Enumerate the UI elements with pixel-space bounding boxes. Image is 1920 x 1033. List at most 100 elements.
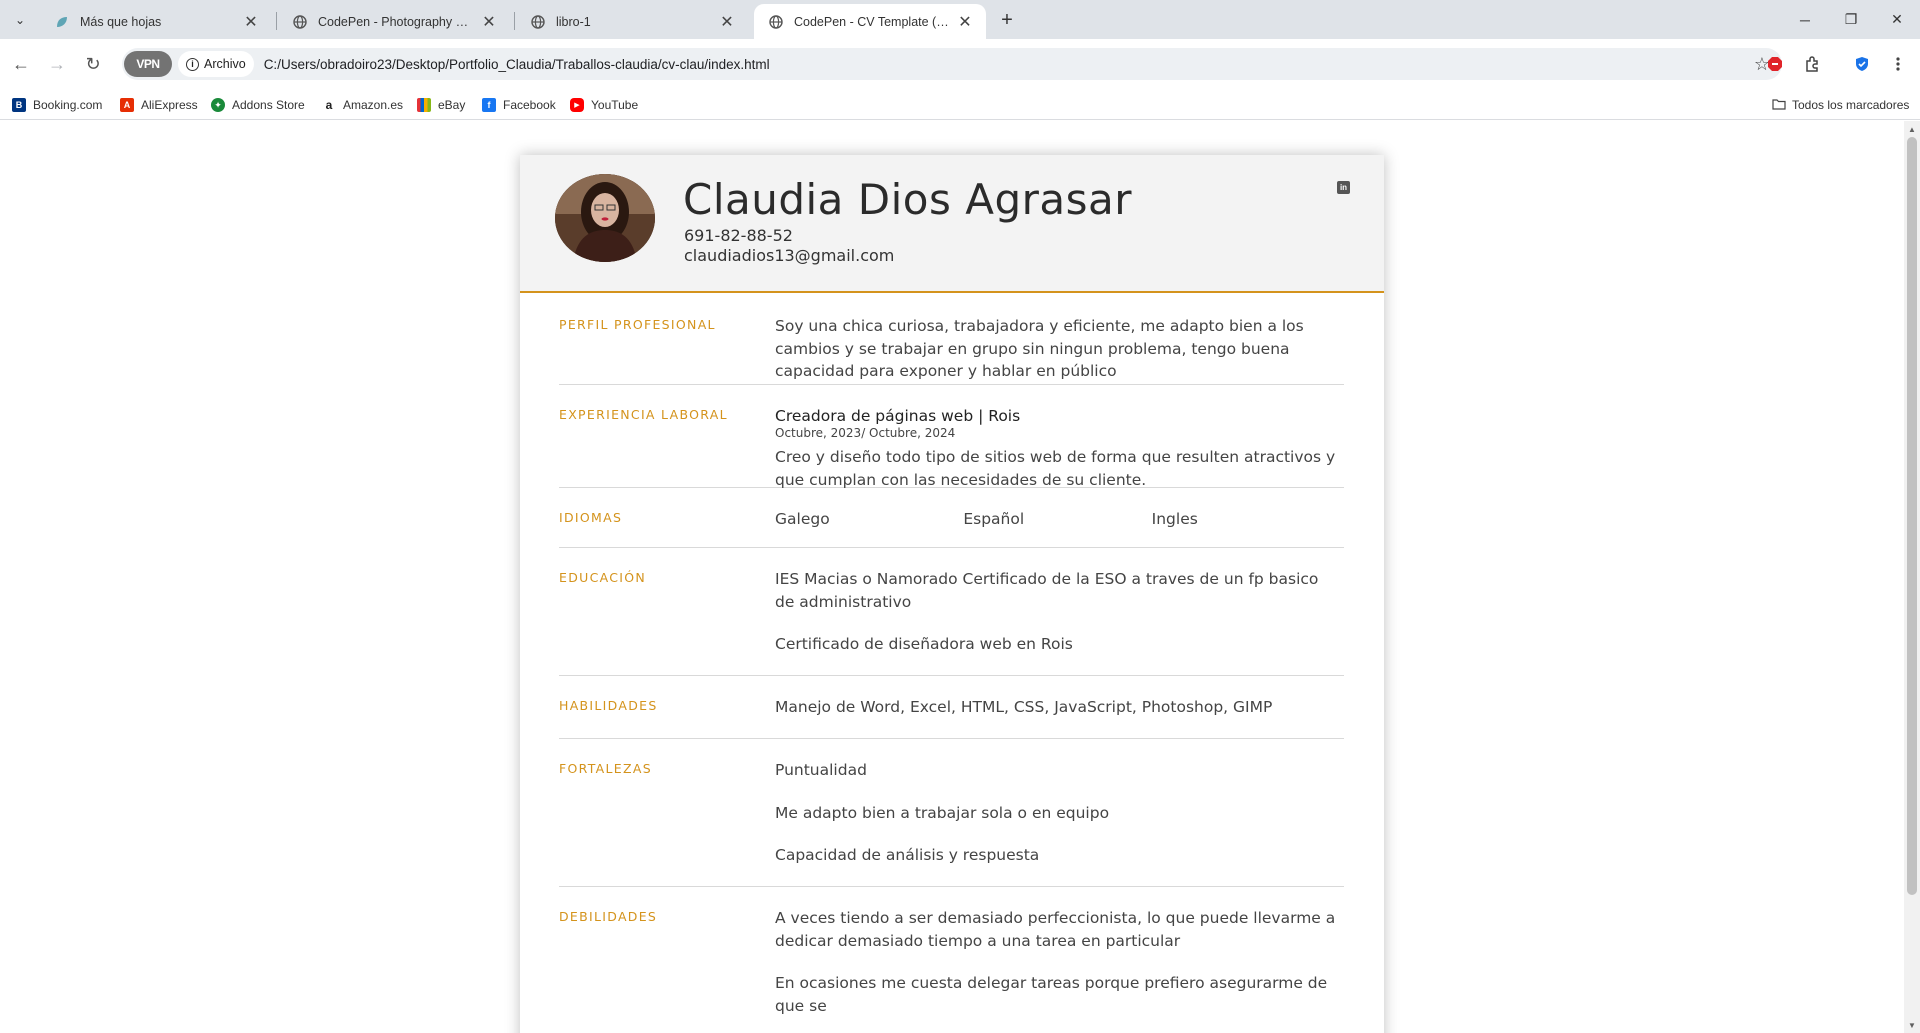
section-body: A veces tiendo a ser demasiado perfeccio… bbox=[775, 907, 1340, 1033]
languages-list: Galego Español Ingles bbox=[775, 508, 1340, 531]
section-label: PERFIL PROFESIONAL bbox=[559, 317, 716, 332]
page-viewport: Claudia Dios Agrasar 691-82-88-52 claudi… bbox=[0, 121, 1904, 1033]
forward-button[interactable]: → bbox=[42, 49, 72, 79]
tab-title: libro-1 bbox=[556, 14, 591, 29]
plus-icon: + bbox=[1001, 8, 1013, 31]
back-button[interactable]: ← bbox=[6, 49, 36, 79]
all-bookmarks-label: Todos los marcadores bbox=[1792, 98, 1910, 112]
bookmark-aliexpress[interactable]: A AliExpress bbox=[120, 96, 198, 114]
section-body: Manejo de Word, Excel, HTML, CSS, JavaSc… bbox=[775, 696, 1340, 739]
bookmark-facebook[interactable]: f Facebook bbox=[482, 96, 556, 114]
tab-title: CodePen - CV Template (Respo bbox=[794, 14, 950, 29]
tab-separator bbox=[276, 12, 277, 30]
section-label: EDUCACIÓN bbox=[559, 570, 647, 585]
section-habilidades: HABILIDADES Manejo de Word, Excel, HTML,… bbox=[559, 676, 1344, 739]
cv-email[interactable]: claudiadios13@gmail.com bbox=[684, 246, 894, 265]
youtube-icon: ▶ bbox=[570, 98, 584, 112]
section-fortalezas: FORTALEZAS Puntualidad Me adapto bien a … bbox=[559, 739, 1344, 887]
vertical-scrollbar[interactable]: ▲ ▼ bbox=[1904, 121, 1920, 1033]
bookmark-youtube[interactable]: ▶ YouTube bbox=[570, 96, 638, 114]
extensions-puzzle-icon[interactable] bbox=[1802, 54, 1822, 74]
new-tab-button[interactable]: + bbox=[995, 8, 1019, 32]
scroll-up-arrow-icon[interactable]: ▲ bbox=[1904, 121, 1920, 137]
browser-toolbar: ← → ↻ VPN i Archivo C:/Users/obradoiro23… bbox=[0, 39, 1920, 88]
addons-icon: ✦ bbox=[211, 98, 225, 112]
bookmark-label: eBay bbox=[438, 98, 466, 112]
shield-extension-icon[interactable] bbox=[1852, 54, 1872, 74]
close-window-button[interactable]: ✕ bbox=[1874, 0, 1920, 39]
tab-libro-1[interactable]: libro-1 ✕ bbox=[516, 4, 748, 39]
strength-item: Me adapto bien a trabajar sola o en equi… bbox=[775, 803, 1110, 822]
tab-mas-que-hojas[interactable]: Más que hojas ✕ bbox=[40, 4, 272, 39]
section-body: Puntualidad Me adapto bien a trabajar so… bbox=[775, 759, 1340, 887]
cv-header: Claudia Dios Agrasar 691-82-88-52 claudi… bbox=[520, 155, 1384, 293]
scroll-down-arrow-icon[interactable]: ▼ bbox=[1904, 1017, 1920, 1033]
job-description: Creo y diseño todo tipo de sitios web de… bbox=[775, 448, 1336, 489]
globe-icon bbox=[768, 14, 784, 30]
job-date: Octubre, 2023/ Octubre, 2024 bbox=[775, 426, 956, 440]
tab-codepen-cv-template[interactable]: CodePen - CV Template (Respo ✕ bbox=[754, 4, 986, 39]
vpn-label: VPN bbox=[136, 57, 160, 71]
info-icon: i bbox=[186, 57, 199, 71]
weakness-item: A veces tiendo a ser demasiado perfeccio… bbox=[775, 909, 1336, 950]
section-educacion: EDUCACIÓN IES Macias o Namorado Certific… bbox=[559, 548, 1344, 676]
minimize-button[interactable]: ─ bbox=[1782, 0, 1828, 39]
site-info-label: Archivo bbox=[204, 57, 246, 71]
address-bar[interactable]: VPN i Archivo C:/Users/obradoiro23/Deskt… bbox=[122, 48, 1782, 80]
section-label: DEBILIDADES bbox=[559, 909, 658, 924]
cv-phone: 691-82-88-52 bbox=[684, 226, 793, 245]
arrow-right-icon: → bbox=[48, 53, 66, 74]
section-debilidades: DEBILIDADES A veces tiendo a ser demasia… bbox=[559, 887, 1344, 1033]
close-icon[interactable]: ✕ bbox=[718, 13, 736, 31]
aliexpress-icon: A bbox=[120, 98, 134, 112]
section-perfil-profesional: PERFIL PROFESIONAL Soy una chica curiosa… bbox=[559, 295, 1344, 385]
cv-card: Claudia Dios Agrasar 691-82-88-52 claudi… bbox=[520, 155, 1384, 1033]
section-label: FORTALEZAS bbox=[559, 761, 652, 776]
reload-icon: ↻ bbox=[85, 53, 101, 74]
close-icon[interactable]: ✕ bbox=[242, 13, 260, 31]
strength-item: Puntualidad bbox=[775, 761, 867, 779]
section-experiencia-laboral: EXPERIENCIA LABORAL Creadora de páginas … bbox=[559, 385, 1344, 489]
close-icon: ✕ bbox=[1891, 11, 1903, 27]
restore-button[interactable]: ❐ bbox=[1828, 0, 1874, 39]
linkedin-icon[interactable]: in bbox=[1337, 181, 1350, 194]
folder-icon bbox=[1772, 98, 1786, 113]
tab-codepen-photography[interactable]: CodePen - Photography page c ✕ bbox=[278, 4, 510, 39]
bookmark-label: Booking.com bbox=[33, 98, 103, 112]
section-label: HABILIDADES bbox=[559, 698, 658, 713]
all-bookmarks-folder[interactable]: Todos los marcadores bbox=[1772, 96, 1909, 114]
strength-item: Capacidad de análisis y respuesta bbox=[775, 846, 1040, 864]
language-item: Español bbox=[963, 510, 1025, 528]
url-text[interactable]: C:/Users/obradoiro23/Desktop/Portfolio_C… bbox=[264, 57, 770, 72]
language-item: Galego bbox=[775, 510, 830, 528]
minimize-icon: ─ bbox=[1800, 11, 1810, 28]
bookmark-addons-store[interactable]: ✦ Addons Store bbox=[211, 96, 305, 114]
more-menu-icon[interactable] bbox=[1888, 54, 1908, 74]
close-icon[interactable]: ✕ bbox=[480, 13, 498, 31]
vpn-badge[interactable]: VPN bbox=[124, 51, 172, 77]
facebook-icon: f bbox=[482, 98, 496, 112]
tab-separator bbox=[514, 12, 515, 30]
reload-button[interactable]: ↻ bbox=[78, 49, 108, 79]
scrollbar-thumb[interactable] bbox=[1907, 137, 1917, 895]
bookmarks-bar: B Booking.com A AliExpress ✦ Addons Stor… bbox=[0, 88, 1920, 120]
close-icon[interactable]: ✕ bbox=[956, 13, 974, 31]
language-item: Ingles bbox=[1151, 510, 1198, 528]
chevron-down-icon: ⌄ bbox=[14, 13, 26, 27]
weakness-item: En ocasiones me cuesta delegar tareas po… bbox=[775, 974, 1328, 1015]
education-item: IES Macias o Namorado Certificado de la … bbox=[775, 570, 1319, 611]
bookmark-booking[interactable]: B Booking.com bbox=[12, 96, 102, 114]
bookmark-label: Amazon.es bbox=[343, 98, 404, 112]
adblock-extension-icon[interactable] bbox=[1765, 54, 1785, 74]
bookmark-amazon[interactable]: a Amazon.es bbox=[322, 96, 403, 114]
amazon-icon: a bbox=[322, 98, 336, 112]
section-body: IES Macias o Namorado Certificado de la … bbox=[775, 568, 1340, 676]
section-label: IDIOMAS bbox=[559, 510, 623, 525]
restore-icon: ❐ bbox=[1844, 11, 1858, 27]
arrow-left-icon: ← bbox=[12, 53, 30, 74]
tab-search-button[interactable]: ⌄ bbox=[8, 8, 32, 32]
tab-title: Más que hojas bbox=[80, 14, 162, 29]
site-info-chip[interactable]: i Archivo bbox=[178, 51, 254, 77]
skills-text: Manejo de Word, Excel, HTML, CSS, JavaSc… bbox=[775, 698, 1273, 716]
bookmark-ebay[interactable]: eBay bbox=[417, 96, 465, 114]
